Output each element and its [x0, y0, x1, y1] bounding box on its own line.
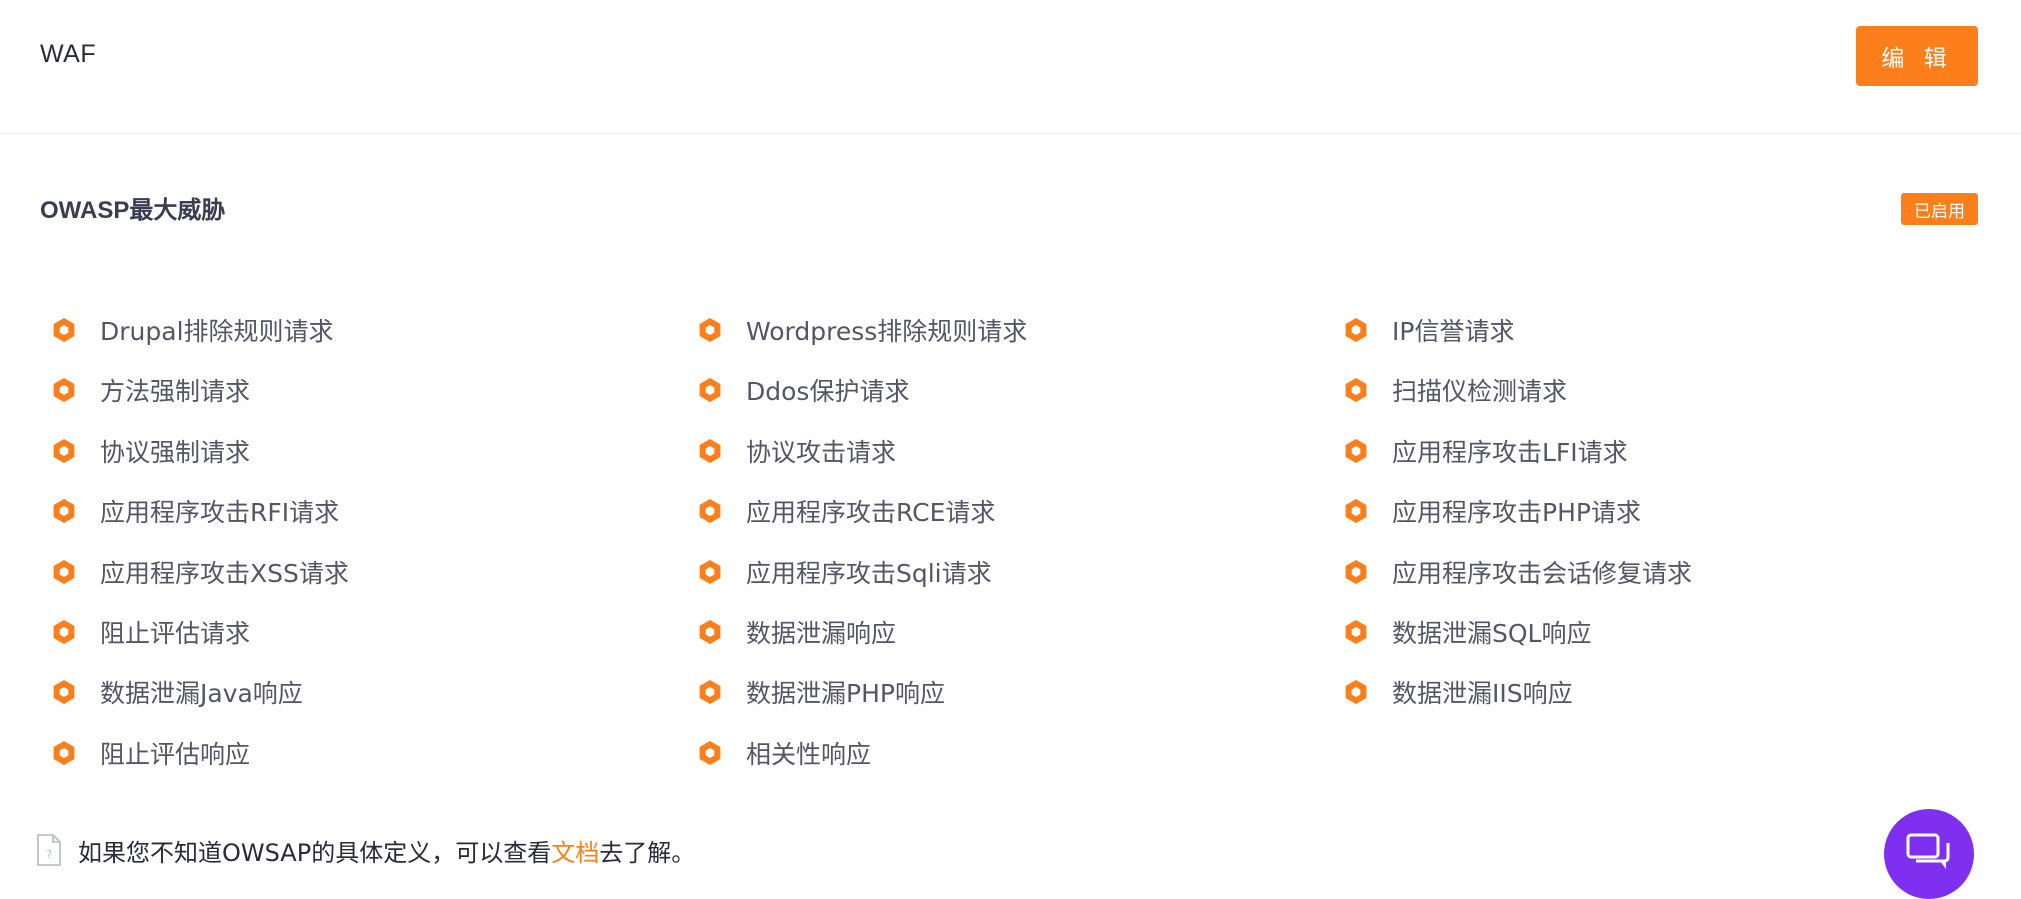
note-text: 如果您不知道OWSAP的具体定义，可以查看文档去了解。 — [78, 833, 695, 868]
rule-label: Drupal排除规则请求 — [100, 317, 334, 346]
rule-label: 相关性响应 — [746, 739, 872, 769]
hexagon-icon — [699, 499, 721, 524]
hexagon-icon — [53, 740, 75, 765]
hexagon-icon — [53, 438, 75, 463]
svg-text:?: ? — [46, 848, 52, 861]
footer-note: ? 如果您不知道OWSAP的具体定义，可以查看文档去了解。 — [36, 832, 695, 868]
rule-label: 协议强制请求 — [100, 437, 251, 467]
rule-item: 应用程序攻击RCE请求 — [696, 487, 1342, 535]
rule-label: Ddos保护请求 — [746, 377, 910, 407]
hexagon-icon — [53, 680, 75, 705]
rule-label: Wordpress排除规则请求 — [746, 317, 1028, 346]
section-title: OWASP最大威胁 — [40, 197, 226, 224]
rule-item: IP信誉请求 — [1342, 306, 1988, 354]
hexagon-icon — [699, 378, 721, 403]
page-header: WAF 编 辑 — [0, 0, 2021, 134]
rule-label: 扫描仪检测请求 — [1392, 377, 1568, 407]
hexagon-icon — [1345, 680, 1367, 705]
rule-label: 阻止评估响应 — [100, 739, 251, 769]
rule-item: 数据泄漏SQL响应 — [1342, 608, 1988, 656]
rule-item: 数据泄漏Java响应 — [50, 668, 696, 716]
rule-item: 应用程序攻击XSS请求 — [50, 548, 696, 596]
hexagon-icon — [699, 680, 721, 705]
note-after: 去了解。 — [599, 838, 696, 867]
hexagon-icon — [1345, 619, 1367, 644]
hexagon-icon — [699, 318, 721, 342]
hexagon-icon — [1345, 438, 1367, 463]
rule-item: 数据泄漏响应 — [696, 608, 1342, 656]
rule-item: 数据泄漏IIS响应 — [1342, 668, 1988, 716]
rule-item: Drupal排除规则请求 — [50, 306, 696, 354]
rule-item: 协议攻击请求 — [696, 427, 1342, 475]
rule-item: 应用程序攻击LFI请求 — [1342, 427, 1988, 475]
hexagon-icon — [53, 378, 75, 403]
rule-label: 应用程序攻击RFI请求 — [100, 498, 340, 528]
hexagon-icon — [699, 619, 721, 644]
rule-label: 数据泄漏PHP响应 — [746, 679, 945, 709]
rule-item: 应用程序攻击RFI请求 — [50, 487, 696, 535]
rule-label: 应用程序攻击LFI请求 — [1392, 437, 1628, 467]
rule-item: 阻止评估请求 — [50, 608, 696, 656]
rule-label: IP信誉请求 — [1392, 317, 1515, 346]
rule-label: 应用程序攻击RCE请求 — [746, 498, 996, 528]
rule-item: 阻止评估响应 — [50, 729, 696, 777]
hexagon-icon — [53, 619, 75, 644]
note-before: 如果您不知道OWSAP的具体定义，可以查看 — [78, 838, 552, 867]
rule-label: 协议攻击请求 — [746, 437, 897, 467]
hexagon-icon — [53, 499, 75, 524]
rule-item: 应用程序攻击Sqli请求 — [696, 548, 1342, 596]
chat-bubble-icon — [1906, 833, 1950, 869]
rule-label: 数据泄漏响应 — [746, 618, 897, 648]
rule-label: 应用程序攻击XSS请求 — [100, 558, 349, 588]
hexagon-icon — [1345, 318, 1367, 342]
rule-label: 方法强制请求 — [100, 377, 251, 407]
edit-button[interactable]: 编 辑 — [1856, 26, 1978, 86]
page-title: WAF — [40, 40, 97, 68]
hexagon-icon — [53, 318, 75, 342]
rule-item: 应用程序攻击PHP请求 — [1342, 487, 1988, 535]
rule-label: 数据泄漏Java响应 — [100, 679, 303, 709]
hexagon-icon — [699, 740, 721, 765]
rule-item: Ddos保护请求 — [696, 366, 1342, 414]
rule-label: 应用程序攻击PHP请求 — [1392, 498, 1641, 528]
hexagon-icon — [1345, 559, 1367, 584]
rule-item: 协议强制请求 — [50, 427, 696, 475]
rule-item: Wordpress排除规则请求 — [696, 306, 1342, 354]
rule-label: 数据泄漏IIS响应 — [1392, 679, 1573, 709]
hexagon-icon — [699, 559, 721, 584]
hexagon-icon — [699, 438, 721, 463]
rule-label: 应用程序攻击Sqli请求 — [746, 558, 992, 588]
status-badge: 已启用 — [1901, 193, 1978, 225]
rule-item: 扫描仪检测请求 — [1342, 366, 1988, 414]
rule-item: 相关性响应 — [696, 729, 1342, 777]
rules-grid: Drupal排除规则请求 Wordpress排除规则请求 IP信誉请求方法强制请求 D… — [50, 306, 1990, 789]
rule-item: 应用程序攻击会话修复请求 — [1342, 548, 1988, 596]
document-question-icon: ? — [37, 834, 61, 866]
rule-label: 应用程序攻击会话修复请求 — [1392, 558, 1693, 588]
chat-button[interactable] — [1884, 809, 1974, 899]
hexagon-icon — [1345, 378, 1367, 403]
rule-label: 阻止评估请求 — [100, 618, 251, 648]
rule-label: 数据泄漏SQL响应 — [1392, 618, 1592, 648]
hexagon-icon — [53, 559, 75, 584]
rule-item: 数据泄漏PHP响应 — [696, 668, 1342, 716]
rule-item: 方法强制请求 — [50, 366, 696, 414]
hexagon-icon — [1345, 499, 1367, 524]
doc-link[interactable]: 文档 — [551, 839, 599, 867]
